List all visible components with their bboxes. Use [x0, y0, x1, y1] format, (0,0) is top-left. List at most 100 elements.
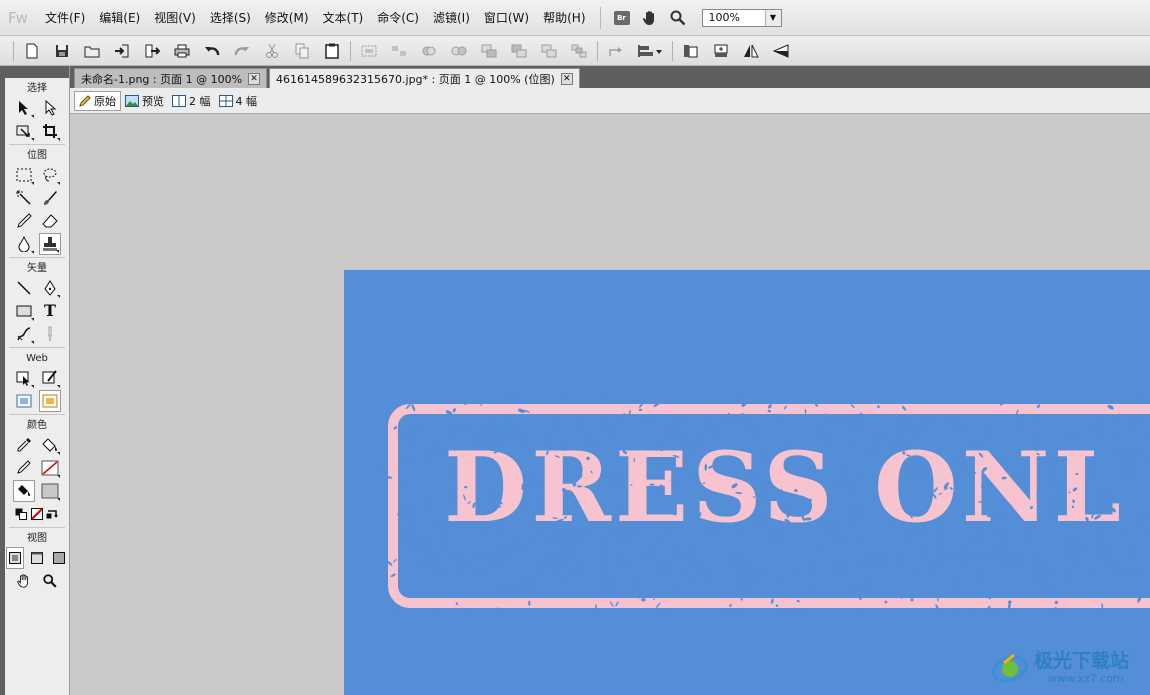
texture-speck — [501, 527, 503, 533]
send-to-back-button[interactable] — [564, 38, 594, 64]
view-tab-4-up[interactable]: 4 幅 — [215, 91, 262, 111]
paint-bucket-tool[interactable] — [39, 434, 61, 456]
scale-tool[interactable] — [13, 120, 35, 142]
rubber-stamp-tool[interactable] — [39, 232, 61, 255]
texture-speck — [463, 607, 470, 610]
bridge-button[interactable]: Br — [608, 6, 636, 30]
zoom-level-select[interactable]: 100% ▼ — [701, 8, 782, 27]
knife-tool[interactable] — [39, 323, 61, 345]
undo-button[interactable] — [197, 38, 227, 64]
texture-speck — [594, 526, 597, 529]
align-dropdown[interactable] — [631, 38, 669, 64]
standard-screen-mode[interactable] — [6, 546, 24, 569]
menu-filters[interactable]: 滤镜(I) — [426, 6, 477, 30]
menu-file[interactable]: 文件(F) — [38, 6, 92, 30]
crop-tool[interactable] — [39, 120, 61, 142]
view-tab-preview[interactable]: 预览 — [121, 91, 168, 111]
copy-button[interactable] — [287, 38, 317, 64]
rotate-right-button[interactable] — [706, 38, 736, 64]
redo-button[interactable] — [227, 38, 257, 64]
join-button[interactable] — [414, 38, 444, 64]
flip-horizontal-button[interactable] — [736, 38, 766, 64]
menu-view[interactable]: 视图(V) — [147, 6, 203, 30]
rotate-button[interactable] — [601, 38, 631, 64]
view-tab-2-up[interactable]: 2 幅 — [168, 91, 215, 111]
eraser-tool[interactable] — [39, 210, 61, 232]
flip-vertical-button[interactable] — [766, 38, 796, 64]
close-icon[interactable]: ✕ — [248, 72, 261, 85]
zoom-tool[interactable] — [39, 570, 61, 592]
subselection-tool[interactable] — [39, 97, 61, 119]
menu-modify[interactable]: 修改(M) — [258, 6, 316, 30]
import-button[interactable] — [107, 38, 137, 64]
blur-tool[interactable] — [13, 233, 35, 255]
pen-tool[interactable] — [39, 277, 61, 299]
lasso-tool[interactable] — [39, 164, 61, 186]
new-button[interactable] — [17, 38, 47, 64]
rotate-left-button[interactable] — [676, 38, 706, 64]
texture-speck — [501, 550, 508, 554]
magic-wand-tool[interactable] — [13, 187, 35, 209]
document-image[interactable]: DRESS ONL — [344, 270, 1150, 695]
stroke-color-button[interactable] — [13, 457, 35, 479]
bring-forward-button[interactable] — [504, 38, 534, 64]
texture-speck — [531, 478, 537, 484]
view-mode-bar: 原始 预览 2 幅 4 幅 — [70, 88, 1150, 114]
full-screen-mode[interactable] — [50, 547, 68, 569]
texture-speck — [696, 567, 701, 573]
hand-tool[interactable] — [13, 570, 35, 592]
send-backward-button[interactable] — [534, 38, 564, 64]
eyedropper-tool[interactable] — [13, 434, 35, 456]
stroke-color-swatch[interactable] — [39, 457, 61, 479]
no-color-button[interactable] — [30, 503, 44, 525]
show-slices-button[interactable] — [39, 389, 61, 412]
menu-select[interactable]: 选择(S) — [203, 6, 258, 30]
close-icon[interactable]: ✕ — [560, 72, 573, 85]
texture-speck — [406, 534, 410, 542]
zoom-button[interactable] — [664, 6, 692, 30]
menu-edit[interactable]: 编辑(E) — [92, 6, 147, 30]
pencil-tool[interactable] — [13, 210, 35, 232]
view-tab-original[interactable]: 原始 — [74, 90, 121, 111]
document-tab-2[interactable]: 461614589632315670.jpg* : 页面 1 @ 100% (位… — [269, 68, 580, 88]
menu-help[interactable]: 帮助(H) — [536, 6, 592, 30]
print-button[interactable] — [167, 38, 197, 64]
texture-speck — [397, 612, 401, 615]
bring-to-front-button[interactable] — [474, 38, 504, 64]
full-menu-screen-mode[interactable] — [28, 547, 46, 569]
menu-text[interactable]: 文本(T) — [316, 6, 371, 30]
save-button[interactable] — [47, 38, 77, 64]
freeform-tool[interactable] — [13, 323, 35, 345]
text-tool[interactable]: T — [39, 300, 61, 322]
texture-speck — [533, 516, 536, 520]
brush-tool[interactable] — [39, 187, 61, 209]
ungroup-button[interactable] — [384, 38, 414, 64]
slice-tool[interactable] — [39, 367, 61, 389]
split-button[interactable] — [444, 38, 474, 64]
document-tab-1[interactable]: 未命名-1.png : 页面 1 @ 100% ✕ — [74, 68, 268, 88]
texture-speck — [859, 471, 862, 474]
canvas-area[interactable]: DRESS ONL — [70, 115, 1150, 695]
paste-button[interactable] — [317, 38, 347, 64]
hotspot-tool[interactable] — [13, 367, 35, 389]
group-button[interactable] — [354, 38, 384, 64]
open-button[interactable] — [77, 38, 107, 64]
swap-colors-button[interactable] — [46, 503, 60, 525]
default-colors-button[interactable] — [14, 503, 28, 525]
line-tool[interactable] — [13, 277, 35, 299]
hide-slices-button[interactable] — [13, 390, 35, 412]
magnifier-icon — [43, 573, 57, 588]
menu-window[interactable]: 窗口(W) — [477, 6, 536, 30]
texture-speck — [920, 468, 925, 473]
fill-color-button[interactable] — [13, 479, 35, 502]
rectangle-tool[interactable] — [13, 300, 35, 322]
texture-speck — [502, 560, 505, 564]
export-button[interactable] — [137, 38, 167, 64]
pointer-tool[interactable] — [13, 97, 35, 119]
menu-commands[interactable]: 命令(C) — [370, 6, 426, 30]
cut-button[interactable] — [257, 38, 287, 64]
marquee-tool[interactable] — [13, 164, 35, 186]
fill-color-swatch[interactable] — [39, 480, 61, 502]
marquee-icon — [16, 168, 32, 181]
hand-button[interactable] — [636, 6, 664, 30]
